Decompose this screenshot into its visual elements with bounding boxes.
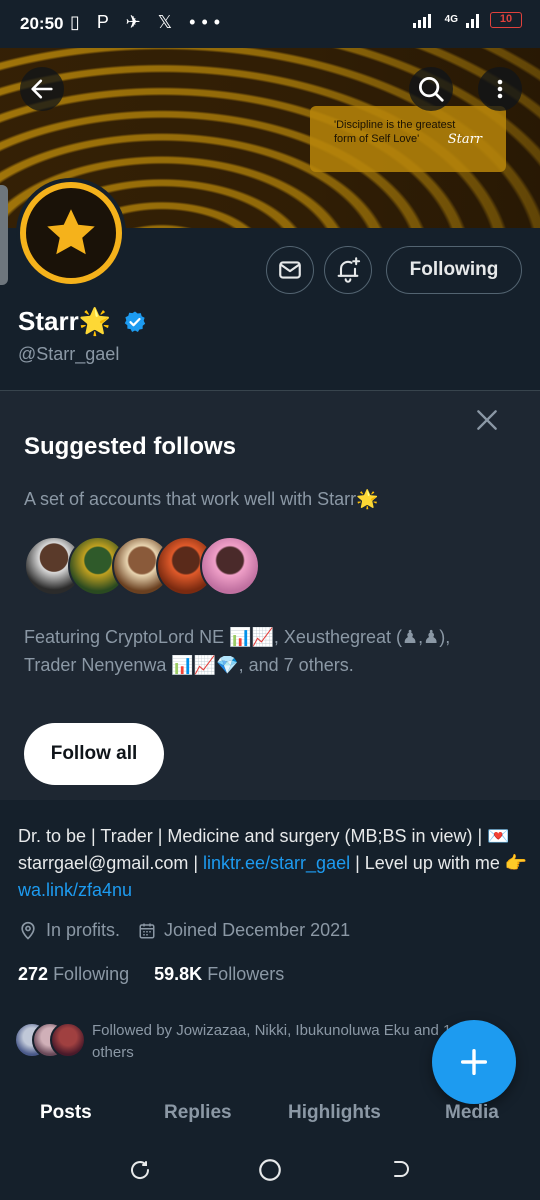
- status-right: 4G 10: [412, 12, 522, 28]
- bio-link-linktree[interactable]: linktr.ee/starr_gael: [203, 853, 350, 873]
- avatar-image: [20, 182, 122, 284]
- recents-button[interactable]: [122, 1152, 158, 1188]
- followed-by-text[interactable]: Followed by Jowizazaa, Nikki, Ibukunoluw…: [92, 1020, 462, 1064]
- system-nav-bar: [0, 1140, 540, 1200]
- recents-icon: [131, 1161, 150, 1179]
- following-button[interactable]: Following: [386, 246, 522, 294]
- followers-stat[interactable]: 59.8K Followers: [154, 964, 284, 984]
- profile-name-text: Starr🌟: [18, 306, 112, 336]
- battery-icon: 10: [490, 12, 522, 28]
- follow-all-button[interactable]: Follow all: [24, 723, 164, 785]
- notification-icons: ▯ P ✈ 𝕏 •••: [70, 12, 227, 32]
- following-count: 272: [18, 964, 49, 984]
- profile-handle: @Starr_gael: [18, 344, 120, 364]
- notify-button[interactable]: [324, 246, 372, 294]
- followers-count: 59.8K: [154, 964, 203, 984]
- mail-icon: [279, 261, 301, 279]
- profile-meta: In profits. Joined December 2021: [18, 920, 350, 941]
- featuring-text: Featuring CryptoLord NE 📊📈, Xeusthegreat…: [24, 627, 451, 675]
- profile-name: Starr🌟: [18, 306, 147, 337]
- back-button[interactable]: [20, 67, 64, 111]
- suggested-avatars[interactable]: [24, 536, 260, 596]
- signal-icon: [412, 14, 431, 28]
- following-stat[interactable]: 272 Following: [18, 964, 129, 984]
- profile-avatar[interactable]: [16, 178, 126, 288]
- avatar: [50, 1022, 86, 1058]
- suggested-title: Suggested follows: [24, 433, 237, 460]
- star-logo-icon: [47, 209, 95, 255]
- profile-tabs: Posts Replies Highlights Media: [0, 1096, 540, 1136]
- tab-highlights[interactable]: Highlights: [288, 1102, 381, 1124]
- profile-bio: Dr. to be | Trader | Medicine and surger…: [18, 823, 528, 904]
- followed-by-avatars[interactable]: [14, 1020, 86, 1060]
- calendar-icon: [138, 922, 156, 940]
- search-button[interactable]: [409, 67, 453, 111]
- edge-panel-handle[interactable]: [0, 185, 8, 285]
- bio-link-whatsapp[interactable]: wa.link/zfa4nu: [18, 880, 132, 900]
- back-nav-button[interactable]: [382, 1152, 418, 1188]
- followers-label: Followers: [207, 964, 285, 984]
- compose-post-button[interactable]: [432, 1020, 516, 1104]
- network-type: 4G: [444, 14, 458, 25]
- plus-icon: [460, 1048, 488, 1076]
- following-label: Following: [53, 964, 130, 984]
- message-button[interactable]: [266, 246, 314, 294]
- more-vertical-icon: [497, 79, 503, 99]
- more-button[interactable]: [478, 67, 522, 111]
- tab-replies[interactable]: Replies: [164, 1102, 232, 1124]
- bio-text-2: | Level up with me 👉: [350, 853, 528, 873]
- verified-badge-icon[interactable]: [123, 310, 147, 334]
- banner-quote-card: 'Discipline is the greatest form of Self…: [310, 106, 506, 172]
- tab-media[interactable]: Media: [445, 1102, 499, 1124]
- arrow-left-icon: [31, 79, 53, 99]
- profile-stats: 272 Following 59.8K Followers: [18, 964, 284, 985]
- bell-plus-icon: [337, 257, 361, 283]
- profile-location: In profits.: [46, 920, 121, 940]
- suggested-subtitle: A set of accounts that work well with St…: [24, 489, 379, 509]
- close-button[interactable]: [474, 407, 500, 438]
- tab-posts[interactable]: Posts: [40, 1102, 92, 1124]
- home-button[interactable]: [252, 1152, 288, 1188]
- status-time: 20:50: [20, 14, 64, 33]
- signal-icon-2: [466, 14, 479, 28]
- back-nav-icon: [394, 1161, 409, 1177]
- home-circle-icon: [259, 1159, 281, 1181]
- avatar: [200, 536, 260, 596]
- suggested-follows-card: Suggested follows A set of accounts that…: [0, 390, 540, 800]
- close-icon: [477, 410, 497, 430]
- profile-joined: Joined December 2021: [164, 920, 351, 940]
- banner-signature: Starr: [447, 132, 482, 147]
- status-bar: 20:50 ▯ P ✈ 𝕏 ••• 4G 10: [0, 0, 540, 48]
- location-icon: [18, 921, 38, 941]
- search-icon: [419, 77, 444, 102]
